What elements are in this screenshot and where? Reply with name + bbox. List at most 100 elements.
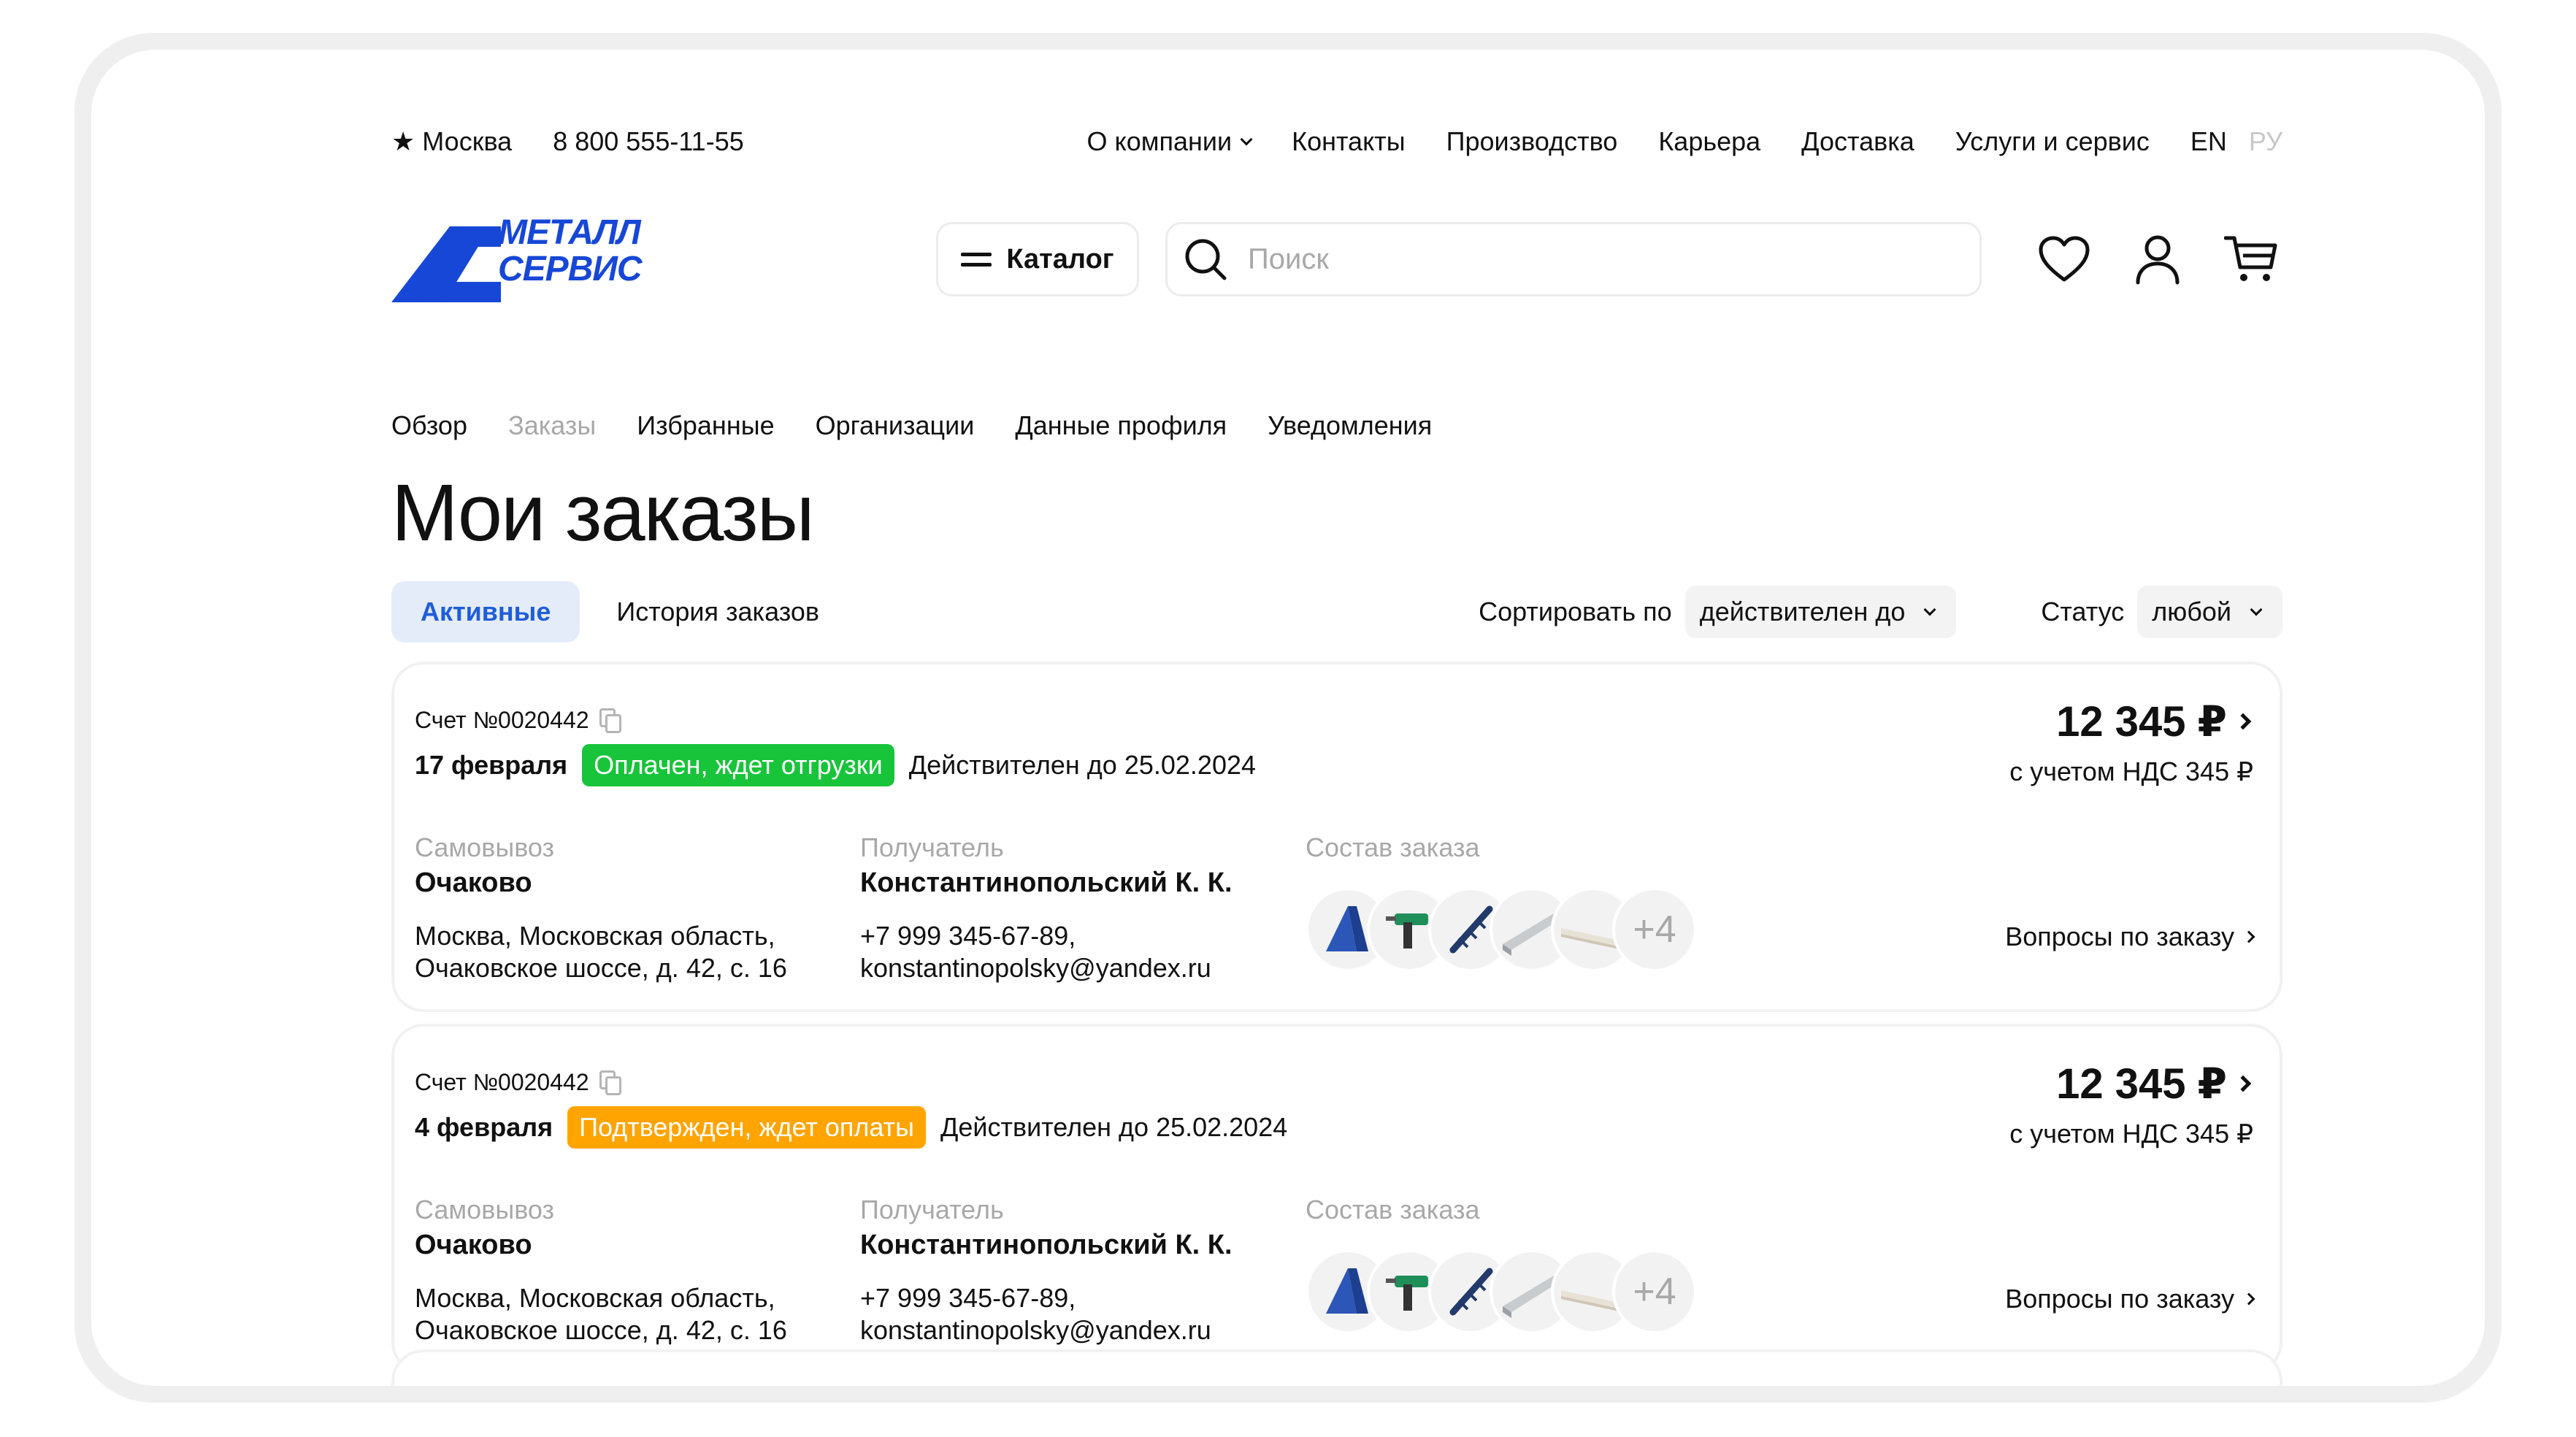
- cart-button[interactable]: [2220, 228, 2282, 291]
- order-questions-link[interactable]: Вопросы по заказу: [2005, 921, 2255, 952]
- nav-production[interactable]: Производство: [1446, 126, 1618, 157]
- address-line-1: Москва, Московская область,: [415, 921, 775, 951]
- city-name: Москва: [422, 126, 513, 156]
- nav-about[interactable]: О компании: [1087, 126, 1253, 157]
- lang-ru[interactable]: РУ: [2249, 126, 2282, 157]
- pickup-column: Самовывоз Очаково Москва, Московская обл…: [415, 832, 853, 984]
- order-type-tabs: Активные История заказов: [391, 581, 848, 643]
- order-status-line: 17 февраля Оплачен, ждет отгрузки Действ…: [415, 743, 1256, 787]
- tab-orders[interactable]: Заказы: [508, 410, 596, 451]
- search-input[interactable]: [1246, 242, 1904, 277]
- nav-delivery[interactable]: Доставка: [1801, 126, 1914, 157]
- recipient-column: Получатель Константинопольский К. К. +7 …: [860, 1195, 1298, 1346]
- logo-mark-icon: [391, 226, 501, 302]
- order-status-line: 4 февраля Подтвержден, ждет оплаты Дейст…: [415, 1105, 1287, 1149]
- more-items-badge: +4: [1612, 887, 1697, 972]
- top-bar: ★ Москва 8 800 555-11-55 О компании Конт…: [391, 120, 2282, 164]
- copy-icon[interactable]: [599, 1070, 621, 1095]
- phone-link[interactable]: 8 800 555-11-55: [553, 126, 744, 157]
- filter-row: Активные История заказов Сортировать по …: [391, 581, 2282, 643]
- recipient-label: Получатель: [860, 832, 1004, 862]
- recipient-name: Константинопольский К. К.: [860, 867, 1233, 898]
- items-label: Состав заказа: [1306, 1195, 1480, 1225]
- chevron-down-icon: [1240, 133, 1253, 146]
- status-badge: Подтвержден, ждет оплаты: [567, 1106, 926, 1149]
- recipient-label: Получатель: [860, 1195, 1004, 1225]
- order-card[interactable]: Счет №0020442 4 февраля Подтвержден, жде…: [391, 1024, 2282, 1374]
- recipient-contacts: +7 999 345-67-89, konstantinopolsky@yand…: [860, 1282, 1298, 1346]
- recipient-email: konstantinopolsky@yandex.ru: [860, 1315, 1211, 1345]
- screen: ★ Москва 8 800 555-11-55 О компании Конт…: [91, 50, 2485, 1386]
- recipient-name: Константинопольский К. К.: [860, 1230, 1233, 1260]
- recipient-email: konstantinopolsky@yandex.ru: [860, 953, 1211, 983]
- questions-label: Вопросы по заказу: [2005, 1284, 2234, 1314]
- recipient-column: Получатель Константинопольский К. К. +7 …: [860, 832, 1298, 984]
- tab-overview[interactable]: Обзор: [391, 410, 467, 451]
- sort-value: действителен до: [1699, 597, 1906, 626]
- tab-favorites[interactable]: Избранные: [637, 410, 774, 451]
- nav-services[interactable]: Услуги и сервис: [1955, 126, 2150, 157]
- price-box[interactable]: 12 345 ₽ с учетом НДС 345 ₽: [2009, 1059, 2253, 1149]
- logo-line-2: СЕРВИС: [498, 250, 643, 288]
- favorites-button[interactable]: [2033, 228, 2096, 291]
- sort-controls: Сортировать по действителен до Статус лю…: [1479, 586, 2282, 638]
- lang-en[interactable]: EN: [2190, 126, 2227, 157]
- language-switch: EN РУ: [2190, 126, 2282, 157]
- valid-until: Действителен до 25.02.2024: [908, 750, 1257, 780]
- search-icon: [1185, 239, 1227, 280]
- items-label: Состав заказа: [1306, 832, 1480, 862]
- nav-career[interactable]: Карьера: [1658, 126, 1760, 157]
- tab-profile-data[interactable]: Данные профиля: [1015, 410, 1227, 451]
- profile-tabs: Обзор Заказы Избранные Организации Данны…: [391, 410, 1432, 451]
- city-selector[interactable]: ★ Москва: [391, 126, 512, 157]
- tab-organizations[interactable]: Организации: [816, 410, 975, 451]
- vat-note: с учетом НДС 345 ₽: [2009, 756, 2253, 786]
- recipient-phone: +7 999 345-67-89,: [860, 921, 1076, 951]
- logo[interactable]: МЕТАЛЛ СЕРВИС: [391, 212, 643, 307]
- invoice-label: Счет №0020442: [415, 1069, 589, 1095]
- recipient-contacts: +7 999 345-67-89, konstantinopolsky@yand…: [860, 920, 1298, 984]
- header-actions: [2025, 222, 2282, 296]
- address-line-2: Очаковское шоссе, д. 42, с. 16: [415, 953, 787, 983]
- menu-icon: [961, 252, 992, 267]
- nav-contacts[interactable]: Контакты: [1292, 126, 1406, 157]
- price-value: 12 345 ₽: [2056, 698, 2227, 746]
- order-items-thumbnails[interactable]: +4: [1306, 1249, 1697, 1334]
- chevron-down-icon: [1923, 603, 1936, 616]
- status-select[interactable]: любой: [2137, 586, 2282, 638]
- chevron-right-icon: [2242, 930, 2255, 943]
- header: МЕТАЛЛ СЕРВИС Каталог: [391, 212, 2282, 307]
- status-label: Статус: [2041, 597, 2125, 626]
- pickup-address: Москва, Московская область, Очаковское ш…: [415, 920, 853, 984]
- items-column: Состав заказа: [1306, 832, 1744, 867]
- order-date: 17 февраля: [415, 750, 568, 780]
- heart-icon: [2039, 236, 2090, 282]
- order-card-partial[interactable]: [391, 1349, 2282, 1386]
- valid-until: Действителен до 25.02.2024: [940, 1112, 1288, 1142]
- price-value: 12 345 ₽: [2056, 1060, 2227, 1108]
- search-box[interactable]: [1165, 222, 1982, 296]
- invoice-number: Счет №0020442: [415, 707, 621, 734]
- price-box[interactable]: 12 345 ₽ с учетом НДС 345 ₽: [2009, 697, 2253, 787]
- topbar-left: ★ Москва 8 800 555-11-55: [391, 126, 744, 157]
- logo-text: МЕТАЛЛ СЕРВИС: [498, 215, 643, 288]
- copy-icon[interactable]: [599, 708, 621, 733]
- order-questions-link[interactable]: Вопросы по заказу: [2005, 1284, 2255, 1314]
- items-column: Состав заказа: [1306, 1195, 1744, 1230]
- chevron-right-icon: [2234, 713, 2252, 730]
- sort-select[interactable]: действителен до: [1684, 586, 1957, 638]
- chevron-down-icon: [2250, 603, 2263, 616]
- order-items-thumbnails[interactable]: +4: [1306, 887, 1697, 972]
- order-card[interactable]: Счет №0020442 17 февраля Оплачен, ждет о…: [391, 662, 2282, 1012]
- questions-label: Вопросы по заказу: [2005, 921, 2234, 951]
- tab-notifications[interactable]: Уведомления: [1268, 410, 1432, 451]
- star-icon: ★: [391, 126, 415, 156]
- tab-active-orders[interactable]: Активные: [391, 581, 580, 643]
- tab-order-history[interactable]: История заказов: [587, 581, 848, 643]
- top-nav: О компании Контакты Производство Карьера…: [1087, 126, 2282, 157]
- more-items-badge: +4: [1612, 1249, 1697, 1334]
- status-value: любой: [2152, 597, 2231, 626]
- order-date: 4 февраля: [415, 1112, 553, 1142]
- catalog-button[interactable]: Каталог: [936, 222, 1139, 296]
- profile-button[interactable]: [2126, 228, 2189, 291]
